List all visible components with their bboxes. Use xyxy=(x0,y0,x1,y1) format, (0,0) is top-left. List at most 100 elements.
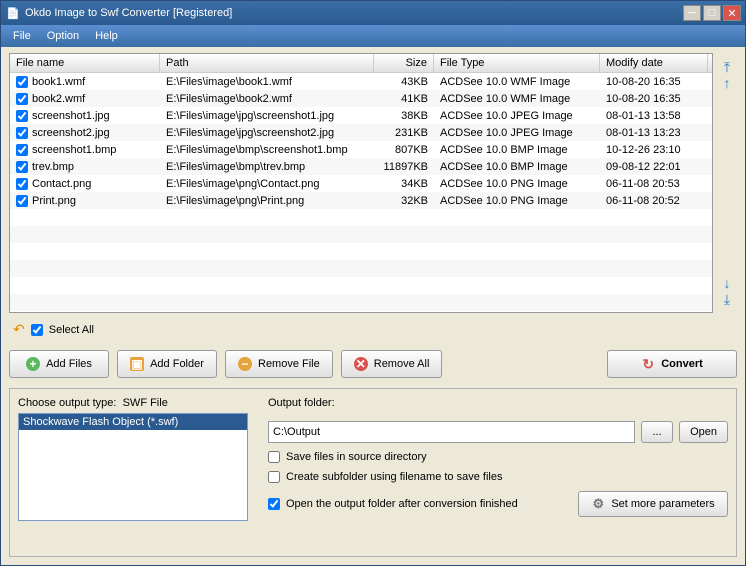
row-filename: screenshot1.jpg xyxy=(32,110,110,122)
window-title: Okdo Image to Swf Converter [Registered] xyxy=(25,7,683,19)
row-path: E:\Files\image\png\Print.png xyxy=(160,195,374,207)
remove-file-button[interactable]: − Remove File xyxy=(225,350,333,378)
window-controls: ─ □ ✕ xyxy=(683,5,741,21)
list-body[interactable]: book1.wmfE:\Files\image\book1.wmf43KBACD… xyxy=(10,73,712,312)
row-path: E:\Files\image\jpg\screenshot2.jpg xyxy=(160,127,374,139)
menubar: File Option Help xyxy=(1,25,745,47)
close-button[interactable]: ✕ xyxy=(723,5,741,21)
gear-icon: ⚙ xyxy=(591,497,605,511)
bottom-panel: Choose output type: SWF File Shockwave F… xyxy=(9,388,737,557)
open-after-checkbox[interactable] xyxy=(268,498,280,510)
row-filename: Print.png xyxy=(32,195,76,207)
table-row[interactable]: Print.png E:\Files\image\png\Print.png32K… xyxy=(10,192,712,209)
row-checkbox[interactable] xyxy=(16,144,28,156)
row-path: E:\Files\image\bmp\screenshot1.bmp xyxy=(160,144,374,156)
row-date: 09-08-12 22:01 xyxy=(600,161,708,173)
row-filename: book2.wmf xyxy=(32,93,85,105)
selectall-checkbox[interactable] xyxy=(31,324,43,336)
table-row[interactable]: book2.wmf E:\Files\image\book2.wmf41KBACD… xyxy=(10,90,712,107)
row-path: E:\Files\image\jpg\screenshot1.jpg xyxy=(160,110,374,122)
row-path: E:\Files\image\bmp\trev.bmp xyxy=(160,161,374,173)
output-folder-label: Output folder: xyxy=(268,397,728,409)
row-path: E:\Files\image\book2.wmf xyxy=(160,93,374,105)
row-filename: Contact.png xyxy=(32,178,91,190)
row-checkbox[interactable] xyxy=(16,195,28,207)
col-modifydate[interactable]: Modify date xyxy=(600,54,708,72)
row-type: ACDSee 10.0 WMF Image xyxy=(434,93,600,105)
add-files-button[interactable]: + Add Files xyxy=(9,350,109,378)
menu-option[interactable]: Option xyxy=(41,28,85,44)
col-filename[interactable]: File name xyxy=(10,54,160,72)
row-date: 10-08-20 16:35 xyxy=(600,93,708,105)
row-date: 10-12-26 23:10 xyxy=(600,144,708,156)
col-filetype[interactable]: File Type xyxy=(434,54,600,72)
row-checkbox[interactable] xyxy=(16,178,28,190)
type-list[interactable]: Shockwave Flash Object (*.swf) xyxy=(18,413,248,521)
selectall-label: Select All xyxy=(49,324,94,336)
table-row[interactable]: book1.wmfE:\Files\image\book1.wmf43KBACD… xyxy=(10,73,712,90)
row-filename: screenshot1.bmp xyxy=(32,144,116,156)
row-filename: trev.bmp xyxy=(32,161,74,173)
row-checkbox[interactable] xyxy=(16,76,28,88)
col-size[interactable]: Size xyxy=(374,54,434,72)
save-source-label: Save files in source directory xyxy=(286,451,427,463)
app-icon: 📄 xyxy=(5,5,21,21)
row-size: 32KB xyxy=(374,195,434,207)
minus-icon: − xyxy=(238,357,252,371)
table-row[interactable]: screenshot1.jpg E:\Files\image\jpg\screen… xyxy=(10,107,712,124)
row-type: ACDSee 10.0 BMP Image xyxy=(434,161,600,173)
row-checkbox[interactable] xyxy=(16,161,28,173)
row-checkbox[interactable] xyxy=(16,110,28,122)
output-folder-panel: Output folder: ... Open Save files in so… xyxy=(268,397,728,548)
col-path[interactable]: Path xyxy=(160,54,374,72)
row-type: ACDSee 10.0 JPEG Image xyxy=(434,127,600,139)
row-checkbox[interactable] xyxy=(16,93,28,105)
row-filename: screenshot2.jpg xyxy=(32,127,110,139)
row-size: 38KB xyxy=(374,110,434,122)
type-item-swf[interactable]: Shockwave Flash Object (*.swf) xyxy=(19,414,247,430)
menu-file[interactable]: File xyxy=(7,28,37,44)
list-header: File name Path Size File Type Modify dat… xyxy=(10,54,712,73)
move-top-icon[interactable]: ⤒ xyxy=(719,59,735,75)
add-folder-button[interactable]: ▣ Add Folder xyxy=(117,350,217,378)
row-type: ACDSee 10.0 PNG Image xyxy=(434,195,600,207)
row-type: ACDSee 10.0 JPEG Image xyxy=(434,110,600,122)
x-icon: ✕ xyxy=(354,357,368,371)
file-list: File name Path Size File Type Modify dat… xyxy=(9,53,713,313)
set-more-parameters-button[interactable]: ⚙ Set more parameters xyxy=(578,491,728,517)
minimize-button[interactable]: ─ xyxy=(683,5,701,21)
create-subfolder-checkbox[interactable] xyxy=(268,471,280,483)
row-checkbox[interactable] xyxy=(16,127,28,139)
output-folder-input[interactable] xyxy=(268,421,635,443)
table-row[interactable]: trev.bmp E:\Files\image\bmp\trev.bmp11897… xyxy=(10,158,712,175)
convert-icon: ↻ xyxy=(641,357,655,371)
row-size: 43KB xyxy=(374,76,434,88)
table-row[interactable]: Contact.png E:\Files\image\png\Contact.pn… xyxy=(10,175,712,192)
maximize-button[interactable]: □ xyxy=(703,5,721,21)
move-bottom-icon[interactable]: ⤓ xyxy=(719,291,735,307)
table-row[interactable]: screenshot1.bmp E:\Files\image\bmp\screen… xyxy=(10,141,712,158)
row-filename: book1.wmf xyxy=(32,76,85,88)
row-date: 08-01-13 13:58 xyxy=(600,110,708,122)
row-date: 10-08-20 16:35 xyxy=(600,76,708,88)
row-size: 807KB xyxy=(374,144,434,156)
action-row: + Add Files ▣ Add Folder − Remove File ✕… xyxy=(9,346,737,382)
table-row[interactable]: screenshot2.jpg E:\Files\image\jpg\screen… xyxy=(10,124,712,141)
browse-button[interactable]: ... xyxy=(641,421,673,443)
open-folder-button[interactable]: Open xyxy=(679,421,728,443)
remove-all-button[interactable]: ✕ Remove All xyxy=(341,350,443,378)
output-type-panel: Choose output type: SWF File Shockwave F… xyxy=(18,397,248,548)
main-window: 📄 Okdo Image to Swf Converter [Registere… xyxy=(0,0,746,566)
content-area: File name Path Size File Type Modify dat… xyxy=(1,47,745,565)
menu-help[interactable]: Help xyxy=(89,28,124,44)
convert-button[interactable]: ↻ Convert xyxy=(607,350,737,378)
row-size: 41KB xyxy=(374,93,434,105)
row-type: ACDSee 10.0 BMP Image xyxy=(434,144,600,156)
save-source-checkbox[interactable] xyxy=(268,451,280,463)
row-size: 231KB xyxy=(374,127,434,139)
move-up-icon[interactable]: ↑ xyxy=(719,75,735,91)
row-type: ACDSee 10.0 PNG Image xyxy=(434,178,600,190)
row-size: 11897KB xyxy=(374,161,434,173)
row-path: E:\Files\image\png\Contact.png xyxy=(160,178,374,190)
move-down-icon[interactable]: ↓ xyxy=(719,275,735,291)
